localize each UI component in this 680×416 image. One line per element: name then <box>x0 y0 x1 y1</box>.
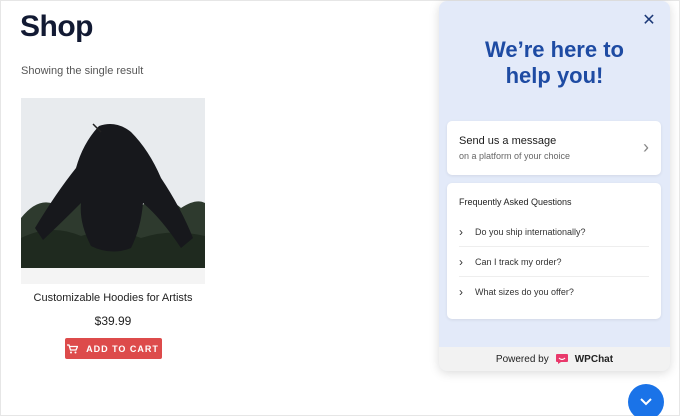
faq-item-label: What sizes do you offer? <box>475 287 574 297</box>
powered-by-label: Powered by <box>495 353 549 365</box>
chat-heading-line2: help you! <box>505 63 604 88</box>
faq-list: › Do you ship internationally? › Can I t… <box>459 217 649 307</box>
send-message-title: Send us a message <box>459 135 557 147</box>
chat-heading-line1: We’re here to <box>485 37 624 62</box>
chat-widget: ✕ We’re here to help you! Send us a mess… <box>439 1 670 371</box>
hoodie-photo-icon <box>21 98 205 284</box>
faq-item[interactable]: › Can I track my order? <box>459 247 649 277</box>
faq-item[interactable]: › What sizes do you offer? <box>459 277 649 307</box>
powered-by-bar[interactable]: Powered by WPChat <box>439 347 670 371</box>
chevron-right-icon: › <box>459 254 463 269</box>
chat-launcher-button[interactable] <box>628 384 664 416</box>
cart-icon <box>67 343 79 353</box>
page-title: Shop <box>20 10 94 43</box>
send-message-subtitle: on a platform of your choice <box>459 151 571 161</box>
faq-item-label: Can I track my order? <box>475 256 562 267</box>
brand-name: WPChat <box>574 353 614 365</box>
add-to-cart-button[interactable]: ADD TO CART <box>64 338 162 359</box>
faq-item[interactable]: › Do you ship internationally? <box>459 217 649 247</box>
product-name[interactable]: Customizable Hoodies for Artists <box>21 292 205 304</box>
faq-title: Frequently Asked Questions <box>459 197 572 207</box>
add-to-cart-label: ADD TO CART <box>86 343 159 354</box>
chevron-right-icon: › <box>459 285 463 299</box>
close-icon[interactable]: ✕ <box>641 13 657 29</box>
result-count: Showing the single result <box>21 65 144 77</box>
chevron-right-icon: › <box>643 137 649 157</box>
chevron-right-icon: › <box>459 224 463 239</box>
faq-item-label: Do you ship internationally? <box>475 226 586 237</box>
wpchat-logo-icon <box>555 354 568 364</box>
product-image[interactable] <box>21 98 205 284</box>
send-message-card[interactable]: Send us a message on a platform of your … <box>447 121 661 175</box>
product-price: $39.99 <box>94 314 132 328</box>
faq-card: Frequently Asked Questions › Do you ship… <box>447 183 661 319</box>
chevron-down-icon <box>640 398 652 406</box>
chat-heading: We’re here to help you! <box>439 37 670 89</box>
product-card: Customizable Hoodies for Artists $39.99 … <box>21 98 205 359</box>
